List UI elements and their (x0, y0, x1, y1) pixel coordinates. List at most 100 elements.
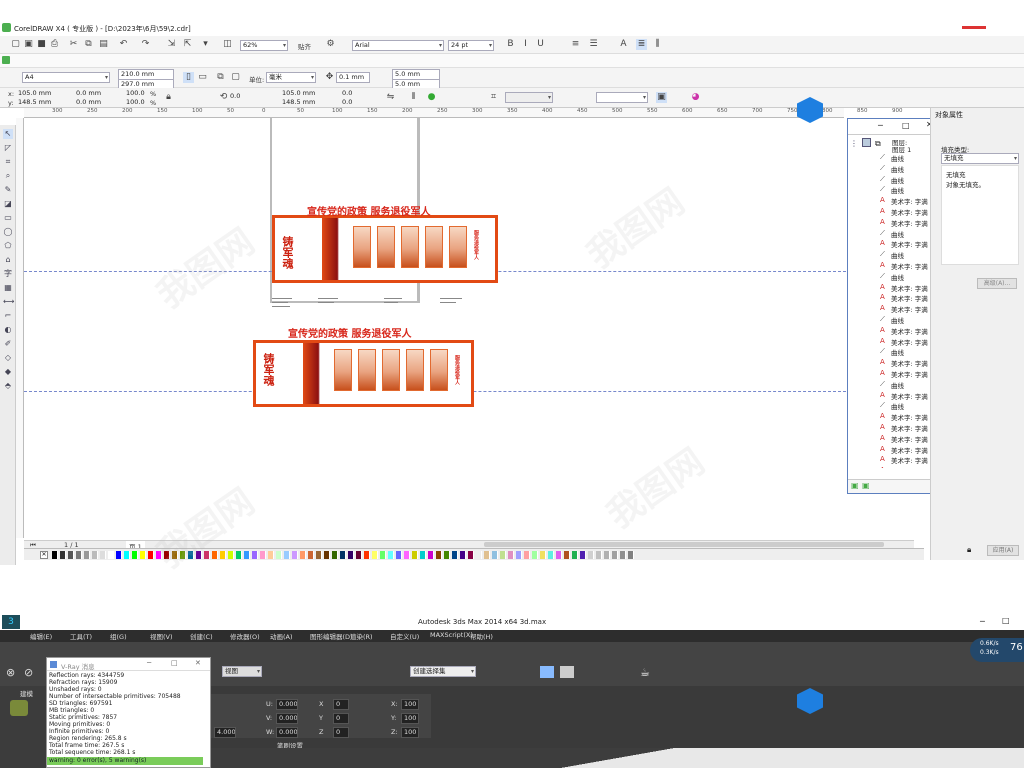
color-swatch[interactable] (332, 551, 338, 559)
color-swatch[interactable] (180, 551, 186, 559)
color-swatch[interactable] (68, 551, 74, 559)
color-swatch[interactable] (572, 551, 578, 559)
menu-item[interactable]: 动画(A) (270, 631, 293, 641)
object-list-item[interactable]: 美术字: 字满 (891, 261, 928, 271)
color-swatch[interactable] (124, 551, 130, 559)
object-list-item[interactable]: 曲线 (891, 250, 904, 260)
color-swatch[interactable] (132, 551, 138, 559)
bold-icon[interactable]: B (505, 39, 516, 50)
minimize-icon[interactable] (962, 26, 986, 29)
object-list-item[interactable]: 美术字: 字满 (891, 283, 928, 293)
drawing-canvas[interactable]: 铸军魂 宣传党的政策 服务退役军人 服务退役军人 铸军魂 宣传党的政策 服务退役… (24, 118, 846, 540)
all-pages-icon[interactable]: ⧉ (215, 72, 226, 83)
open-icon[interactable]: ▣ (23, 39, 34, 50)
object-list-item[interactable]: 美术字: 字满 (891, 466, 928, 468)
object-list-item[interactable]: 美术字: 字满 (891, 434, 928, 444)
page-size-select[interactable]: A4 ▾ (22, 72, 110, 83)
color-swatch[interactable] (532, 551, 538, 559)
nudge-input[interactable]: 0.1 mm (336, 72, 370, 83)
ellipse-tool-icon[interactable]: ◯ (3, 227, 13, 237)
object-list-item[interactable]: 美术字: 字满 (891, 369, 928, 379)
export-icon[interactable]: ⇱ (182, 39, 193, 50)
color-swatch[interactable] (500, 551, 506, 559)
object-list-item[interactable]: 美术字: 字满 (891, 304, 928, 314)
menu-item[interactable]: MAXScript(X) (430, 631, 473, 639)
object-list-item[interactable]: 曲线 (891, 153, 904, 163)
crop-tool-icon[interactable]: ⌗ (3, 157, 13, 167)
object-manager-window[interactable]: ─ □ ✕ 图层: 图层 1 ⋮ ⧉ ⟋曲线⟋曲线⟋曲线⟋曲线A美术字: 字满A… (847, 118, 941, 494)
color-swatch[interactable] (596, 551, 602, 559)
copy-icon[interactable]: ⧉ (83, 39, 94, 50)
import-icon[interactable]: ⇲ (166, 39, 177, 50)
object-list-item[interactable]: 美术字: 字满 (891, 218, 928, 228)
color-swatch[interactable] (284, 551, 290, 559)
object-list-item[interactable]: 美术字: 字满 (891, 423, 928, 433)
horizontal-scrollbar[interactable] (484, 542, 884, 547)
apply-button[interactable]: 应用(A) (987, 545, 1019, 556)
object-list-item[interactable]: 曲线 (891, 315, 904, 325)
interactive-fill-icon[interactable]: ⬘ (3, 381, 13, 391)
style-select[interactable]: ▾ (505, 92, 553, 103)
render-frame-icon[interactable] (560, 666, 574, 678)
print-icon[interactable]: ⎙ (49, 39, 60, 50)
color-swatch[interactable] (604, 551, 610, 559)
font-size-select[interactable]: 24 pt ▾ (448, 40, 494, 51)
color-swatch[interactable] (436, 551, 442, 559)
object-list-item[interactable]: 曲线 (891, 185, 904, 195)
color-swatch[interactable] (220, 551, 226, 559)
object-list-item[interactable]: 美术字: 字满 (891, 358, 928, 368)
object-list-item[interactable]: 美术字: 字满 (891, 239, 928, 249)
rectangle-tool-icon[interactable]: ▭ (3, 213, 13, 223)
no-color-swatch[interactable]: ✕ (40, 551, 48, 559)
redo-icon[interactable]: ↷ (140, 39, 151, 50)
color-swatch[interactable] (108, 551, 114, 559)
color-swatch[interactable] (452, 551, 458, 559)
zoom-select[interactable]: 62% ▾ (240, 40, 288, 51)
smart-fill-icon[interactable]: ◪ (3, 199, 13, 209)
color-swatch[interactable] (476, 551, 482, 559)
connector-tool-icon[interactable]: ⌐ (3, 311, 13, 321)
new-layer-icon[interactable]: ▣ (851, 481, 859, 490)
fill-tool-icon[interactable]: ◆ (3, 367, 13, 377)
color-swatch[interactable] (580, 551, 586, 559)
color-swatch[interactable] (316, 551, 322, 559)
angle-input[interactable]: 0.0 (228, 92, 258, 103)
color-swatch[interactable] (564, 551, 570, 559)
color-swatch[interactable] (468, 551, 474, 559)
color-swatch[interactable] (380, 551, 386, 559)
maximize-icon[interactable]: □ (1002, 616, 1010, 625)
color-swatch[interactable] (364, 551, 370, 559)
basic-shapes-icon[interactable]: ⌂ (3, 255, 13, 265)
object-list-item[interactable]: 曲线 (891, 272, 904, 282)
color-swatch[interactable] (92, 551, 98, 559)
selection-set-input[interactable]: 创建选择集 ▾ (410, 666, 476, 677)
color-swatch[interactable] (516, 551, 522, 559)
dimension-tool-icon[interactable]: ⟷ (3, 297, 14, 307)
color-swatch[interactable] (540, 551, 546, 559)
color-swatch[interactable] (300, 551, 306, 559)
unit-select[interactable]: 毫米 ▾ (266, 72, 316, 83)
options-icon[interactable]: ⚙ (325, 39, 336, 50)
color-swatch[interactable] (172, 551, 178, 559)
horizontal-text-icon[interactable]: ≣ (636, 39, 647, 50)
advanced-button[interactable]: 高级(A)... (977, 278, 1017, 289)
color-swatch[interactable] (524, 551, 530, 559)
y-offset-input[interactable]: 0 (333, 713, 349, 724)
font-select[interactable]: Arial ▾ (352, 40, 444, 51)
color-swatch[interactable] (244, 551, 250, 559)
zoom-tool-icon[interactable]: ⌕ (3, 171, 13, 181)
object-list-item[interactable]: 曲线 (891, 164, 904, 174)
color-swatch[interactable] (404, 551, 410, 559)
color-swatch[interactable] (444, 551, 450, 559)
color-swatch[interactable] (204, 551, 210, 559)
polygon-tool-icon[interactable]: ⬠ (3, 241, 13, 251)
color-swatch[interactable] (308, 551, 314, 559)
menu-item[interactable]: 创建(C) (190, 631, 213, 641)
object-list-item[interactable]: 美术字: 字满 (891, 455, 928, 465)
portrait-icon[interactable]: ▯ (183, 72, 194, 83)
modeling-tab[interactable]: 建模 (20, 688, 33, 698)
w-input[interactable]: 0.000 (276, 727, 298, 738)
x-scale-input[interactable]: 100 (401, 699, 419, 710)
vray-messages-window[interactable]: V-Ray 消息 ─ □ ✕ Reflection rays: 4344759 R… (46, 657, 211, 768)
color-swatch[interactable] (100, 551, 106, 559)
